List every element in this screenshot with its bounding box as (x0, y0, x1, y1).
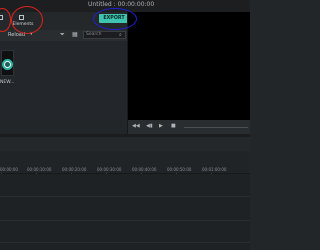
ruler-tick-label: 00:00:40:00 (132, 167, 157, 172)
stop-icon[interactable]: ■ (171, 124, 176, 129)
ruler-tick-label: 00:00:20:00 (62, 167, 87, 172)
ruler-tick-label: 00:00:30:00 (97, 167, 122, 172)
ruler-tick-label: 00:00:00 (0, 167, 18, 172)
ruler-tick-label: 00:00:10:00 (27, 167, 52, 172)
skip-back-icon[interactable]: ◀◀ (132, 124, 140, 129)
preview-window (128, 12, 250, 120)
track-divider (0, 220, 250, 221)
search-placeholder: Search (86, 32, 102, 37)
annotation-blue-circle-export (93, 8, 137, 30)
track-divider (0, 196, 250, 197)
media-thumbnail-logo-center (5, 62, 10, 67)
track-divider (0, 242, 250, 243)
filter-icon[interactable]: ⏷ (60, 32, 65, 38)
grid-view-icon[interactable]: ▦ (72, 32, 78, 38)
play-icon[interactable]: ▶ (159, 124, 163, 129)
search-icon[interactable]: ⌕ (119, 32, 122, 38)
timeline-toolbar (0, 137, 250, 151)
window-title: Untitled : 00:00:00:00 (88, 1, 155, 8)
timeline-tracks[interactable] (0, 174, 250, 250)
playback-progress-bar[interactable] (184, 127, 248, 128)
ruler-tick-label: 00:00:50:00 (167, 167, 192, 172)
media-thumbnail-label: NEW... (0, 80, 15, 85)
step-back-icon[interactable]: ◀▮ (146, 124, 153, 129)
annotation-red-circle-elements (11, 6, 43, 34)
ruler-tick-label: 00:01:00:00 (202, 167, 227, 172)
media-panel (0, 41, 128, 119)
